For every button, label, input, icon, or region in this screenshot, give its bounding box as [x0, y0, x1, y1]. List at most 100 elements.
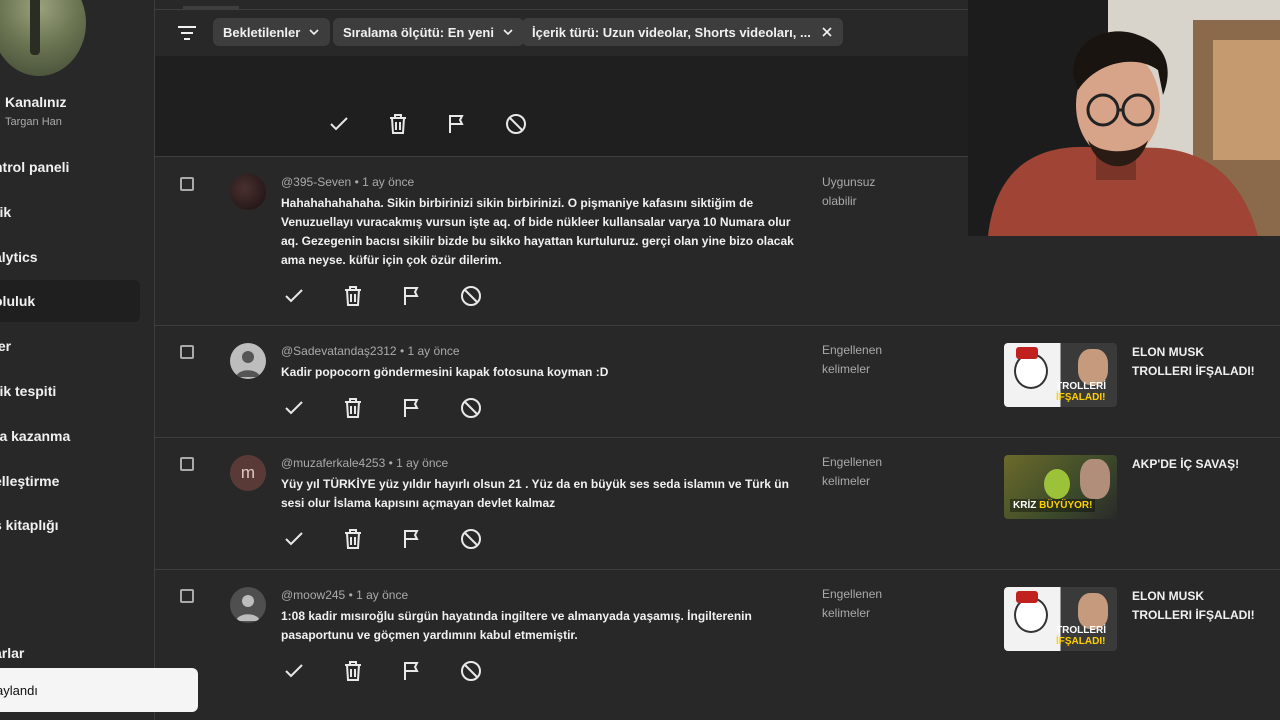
- person-icon: [236, 595, 260, 621]
- comment-author[interactable]: @muzaferkale4253: [281, 456, 385, 470]
- sidebar-item-label: rik: [0, 204, 12, 220]
- filter-chip-content-type[interactable]: İçerik türü: Uzun videolar, Shorts video…: [522, 18, 843, 46]
- sidebar-item-copyright[interactable]: rik tespiti: [0, 370, 140, 412]
- trash-icon[interactable]: [341, 659, 365, 683]
- comment-text: Hahahahahahaha. Sikin birbirinizi sikin …: [281, 196, 794, 267]
- person-icon: [236, 351, 260, 377]
- sidebar-item-label: rik tespiti: [0, 383, 57, 399]
- check-icon[interactable]: [282, 659, 306, 683]
- video-title[interactable]: ELON MUSK TROLLERI İFŞALADI!: [1132, 343, 1262, 381]
- sidebar: Kanalınız Targan Han ntrol paneli rik al…: [0, 0, 155, 720]
- flag-icon[interactable]: [400, 396, 424, 420]
- block-icon[interactable]: [459, 527, 483, 551]
- sidebar-item-community[interactable]: oluluk: [0, 280, 140, 322]
- flag-icon[interactable]: [400, 527, 424, 551]
- filter-icon[interactable]: [177, 24, 197, 42]
- thumb-text-1: TROLLERİ: [1056, 381, 1106, 392]
- comment-text: Yüy yıl TÜRKİYE yüz yıldır hayırlı olsun…: [281, 477, 789, 510]
- video-title[interactable]: AKP'DE İÇ SAVAŞ!: [1132, 455, 1262, 474]
- bulk-actions-bar: [155, 56, 968, 156]
- comment-author[interactable]: @moow245: [281, 588, 345, 602]
- block-icon[interactable]: [459, 659, 483, 683]
- video-thumbnail[interactable]: KRİZ BÜYÜYOR!: [1004, 455, 1117, 519]
- comment-time: 1 ay önce: [396, 456, 449, 470]
- person-face: [1080, 459, 1110, 499]
- close-icon[interactable]: [821, 26, 833, 38]
- filter-chip-status[interactable]: Bekletilenler: [213, 18, 331, 46]
- video-thumbnail[interactable]: TROLLERİ İFŞALADI!: [1004, 343, 1117, 407]
- avatar[interactable]: [230, 174, 266, 210]
- trash-icon[interactable]: [386, 112, 410, 136]
- sidebar-item-label: s kitaplığı: [0, 517, 59, 533]
- block-icon[interactable]: [459, 396, 483, 420]
- block-icon[interactable]: [504, 112, 528, 136]
- check-icon[interactable]: [282, 284, 306, 308]
- sidebar-item-earn[interactable]: ra kazanma: [0, 415, 140, 457]
- sidebar-item-label: elleştirme: [0, 473, 60, 489]
- sidebar-item-analytics[interactable]: alytics: [0, 236, 140, 278]
- thumb-caption: TROLLERİ İFŞALADI!: [1056, 381, 1106, 403]
- avatar[interactable]: m: [230, 455, 266, 491]
- meta-separator: •: [348, 588, 357, 602]
- comment-time: 1 ay önce: [362, 175, 415, 189]
- comment-text: 1:08 kadir mısıroğlu sürgün hayatında in…: [281, 609, 752, 642]
- held-reason: Engellenen kelimeler: [822, 587, 883, 620]
- avatar[interactable]: [230, 587, 266, 623]
- trash-icon[interactable]: [341, 527, 365, 551]
- flag-icon[interactable]: [400, 284, 424, 308]
- sidebar-item-label: arlar: [0, 645, 25, 661]
- comment-author[interactable]: @Sadevatandaş2312: [281, 344, 397, 358]
- sidebar-item-audio-library[interactable]: s kitaplığı: [0, 504, 140, 546]
- thumb-caption: TROLLERİ İFŞALADI!: [1056, 625, 1106, 647]
- fez-hat: [1016, 591, 1038, 603]
- sidebar-item-customization[interactable]: elleştirme: [0, 460, 140, 502]
- thumb-text-1: KRİZ: [1013, 500, 1037, 511]
- thumb-caption: KRİZ BÜYÜYOR!: [1010, 499, 1096, 512]
- flag-icon[interactable]: [445, 112, 469, 136]
- avatar[interactable]: [230, 343, 266, 379]
- flag-icon[interactable]: [400, 659, 424, 683]
- comment-time: 1 ay önce: [356, 588, 409, 602]
- trash-icon[interactable]: [341, 396, 365, 420]
- webcam-person: [968, 0, 1280, 236]
- filter-toolbar: Bekletilenler Sıralama ölçütü: En yeni İ…: [155, 9, 968, 57]
- comment-checkbox[interactable]: [180, 589, 194, 603]
- chip-label: İçerik türü: Uzun videolar, Shorts video…: [532, 24, 811, 40]
- comment-row: m @muzaferkale4253 • 1 ay önce Yüy yıl T…: [155, 437, 1280, 569]
- trash-icon[interactable]: [341, 284, 365, 308]
- chevron-down-icon: [309, 29, 319, 36]
- comment-actions: [282, 527, 518, 551]
- check-icon[interactable]: [327, 112, 351, 136]
- sidebar-item-dashboard[interactable]: ntrol paneli: [0, 146, 140, 188]
- comment-time: 1 ay önce: [407, 344, 460, 358]
- held-reason: Engellenen kelimeler: [822, 343, 883, 376]
- comment-meta: @muzaferkale4253 • 1 ay önce: [281, 456, 448, 470]
- sidebar-item-label: ntrol paneli: [0, 159, 70, 175]
- thumb-shape: [1044, 469, 1070, 499]
- comment-actions: [282, 659, 518, 683]
- comment-meta: @395-Seven • 1 ay önce: [281, 175, 414, 189]
- check-icon[interactable]: [282, 527, 306, 551]
- comment-checkbox[interactable]: [180, 177, 194, 191]
- chip-label: Sıralama ölçütü: En yeni: [343, 24, 494, 40]
- comment-actions: [282, 284, 518, 308]
- channel-title: Kanalınız: [5, 94, 67, 110]
- toast-notification: aylandı: [0, 668, 198, 712]
- channel-avatar[interactable]: [0, 0, 86, 76]
- person-face: [1078, 593, 1108, 629]
- comment-checkbox[interactable]: [180, 345, 194, 359]
- video-thumbnail[interactable]: TROLLERİ İFŞALADI!: [1004, 587, 1117, 651]
- comment-author[interactable]: @395-Seven: [281, 175, 351, 189]
- comment-checkbox[interactable]: [180, 457, 194, 471]
- thumb-text-1: TROLLERİ: [1056, 625, 1106, 636]
- filter-chip-sort[interactable]: Sıralama ölçütü: En yeni: [333, 18, 524, 46]
- video-title[interactable]: ELON MUSK TROLLERI İFŞALADI!: [1132, 587, 1262, 625]
- sidebar-item-label: alytics: [0, 249, 38, 265]
- toast-text: aylandı: [0, 682, 38, 698]
- sidebar-item-subtitles[interactable]: ler: [0, 325, 140, 367]
- sidebar-item-content[interactable]: rik: [0, 191, 140, 233]
- block-icon[interactable]: [459, 284, 483, 308]
- check-icon[interactable]: [282, 396, 306, 420]
- meta-separator: •: [354, 175, 363, 189]
- sidebar-item-label: oluluk: [0, 293, 36, 309]
